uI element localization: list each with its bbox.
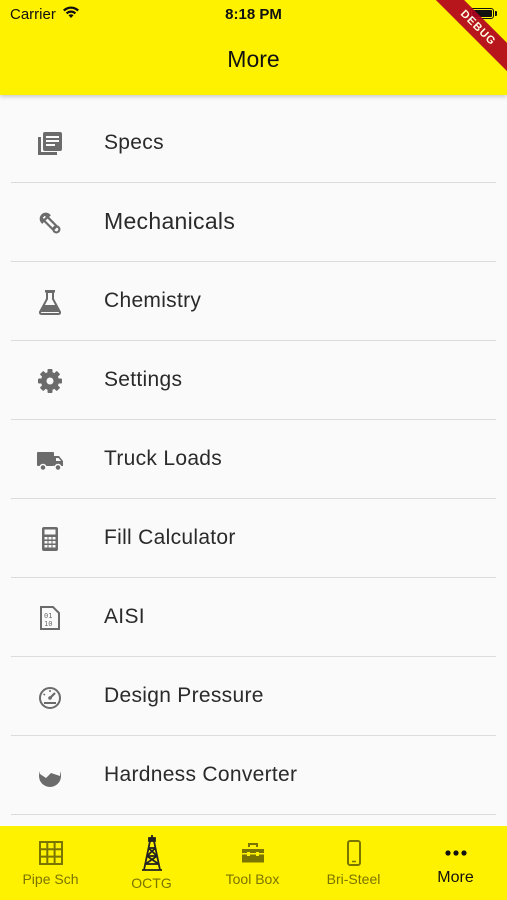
tab-tool-box[interactable]: Tool Box (202, 826, 303, 900)
svg-text:01: 01 (44, 612, 52, 620)
phone-icon (347, 840, 361, 866)
menu-item-label: Design Pressure (104, 684, 264, 707)
menu-item-label: AISI (104, 605, 145, 628)
tab-label: More (437, 869, 474, 886)
menu-item-aisi[interactable]: 01 10 AISI (0, 578, 507, 657)
tab-label: OCTG (131, 875, 172, 891)
library-books-icon (38, 132, 62, 155)
menu-item-label: Mechanicals (104, 208, 236, 234)
menu-item-chemistry[interactable]: Chemistry (0, 262, 507, 341)
menu-item-label: Hardness Converter (104, 763, 298, 786)
tab-octg[interactable]: OCTG (101, 826, 202, 900)
menu-item-label: Settings (104, 368, 183, 391)
gear-icon (38, 369, 62, 393)
svg-text:10: 10 (44, 620, 52, 628)
page-title: More (227, 46, 280, 72)
menu-item-label: Chemistry (104, 289, 202, 312)
menu-item-design-pressure[interactable]: Design Pressure (0, 657, 507, 736)
bottom-tab-bar: Pipe Sch OCTG Tool Box Bri-Steel More (0, 826, 507, 900)
menu-item-mechanicals[interactable]: Mechanicals (0, 183, 507, 262)
tab-more[interactable]: More (405, 826, 506, 900)
menu-item-hardness-converter[interactable]: Hardness Converter (0, 736, 507, 815)
wrench-icon (39, 212, 61, 234)
toolbox-icon (242, 843, 264, 863)
menu-item-truck-loads[interactable]: Truck Loads (0, 420, 507, 499)
battery-tip (495, 11, 497, 16)
more-dots-icon (445, 850, 467, 856)
gauge-icon (39, 687, 61, 709)
sim-card-icon: 01 10 (40, 606, 60, 630)
menu-item-settings[interactable]: Settings (0, 341, 507, 420)
tab-label: Tool Box (225, 871, 280, 887)
calculator-icon (42, 527, 58, 551)
menu-list: Specs Mechanicals Chemistry Settings Tru… (0, 104, 507, 826)
divider (11, 814, 496, 815)
grid-icon (39, 841, 63, 865)
flask-icon (38, 290, 62, 315)
status-bar: Carrier 8:18 PM (0, 0, 507, 28)
tab-bri-steel[interactable]: Bri-Steel (303, 826, 404, 900)
truck-icon (37, 452, 63, 472)
menu-item-specs[interactable]: Specs (0, 104, 507, 183)
menu-item-label: Truck Loads (104, 447, 223, 470)
oil-derrick-icon (142, 835, 162, 871)
tab-label: Bri-Steel (326, 871, 381, 887)
menu-item-label: Fill Calculator (104, 526, 236, 549)
menu-item-fill-calculator[interactable]: Fill Calculator (0, 499, 507, 578)
clock: 8:18 PM (225, 6, 282, 23)
menu-item-label: Specs (104, 131, 164, 154)
app-bar: Carrier 8:18 PM More (0, 0, 507, 95)
landscape-circle-icon (39, 762, 61, 787)
tab-label: Pipe Sch (22, 871, 79, 887)
tab-pipe-sch[interactable]: Pipe Sch (0, 826, 101, 900)
